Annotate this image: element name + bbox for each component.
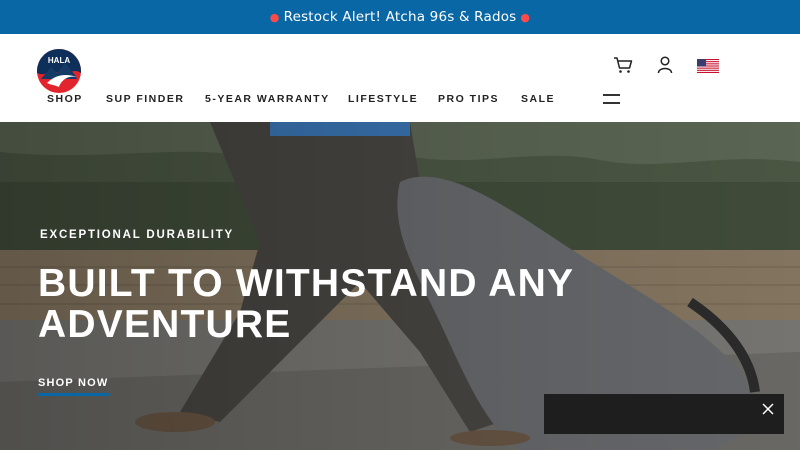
nav-sale[interactable]: SALE [521, 93, 555, 105]
announcement-bar[interactable]: ● Restock Alert! Atcha 96s & Rados ● [0, 0, 800, 34]
nav-lifestyle[interactable]: LIFESTYLE [348, 93, 418, 105]
popup-panel[interactable] [544, 394, 784, 434]
nav-shop[interactable]: SHOP [47, 93, 83, 105]
shop-now-link[interactable]: SHOP NOW [38, 377, 109, 396]
logo-text: HALA [48, 56, 70, 65]
siren-icon: ● [520, 10, 531, 24]
hala-logo[interactable]: HALA [37, 49, 81, 93]
hero-headline: BUILT TO WITHSTAND ANY ADVENTURE [38, 262, 574, 346]
announcement-text: Restock Alert! Atcha 96s & Rados [283, 9, 517, 25]
hero-eyebrow: EXCEPTIONAL DURABILITY [40, 229, 235, 241]
site-header: HALA SHOP SUP FINDER 5-YEAR WARRANTY LIF… [0, 34, 800, 122]
siren-icon: ● [269, 10, 280, 24]
account-icon[interactable] [657, 56, 673, 74]
nav-pro-tips[interactable]: PRO TIPS [438, 93, 499, 105]
nav-5-year-warranty[interactable]: 5-YEAR WARRANTY [205, 93, 330, 105]
cart-icon[interactable] [613, 56, 633, 74]
close-icon[interactable] [761, 402, 775, 416]
menu-icon[interactable] [603, 94, 620, 104]
nav-sup-finder[interactable]: SUP FINDER [106, 93, 184, 105]
us-flag-icon[interactable] [697, 59, 719, 73]
